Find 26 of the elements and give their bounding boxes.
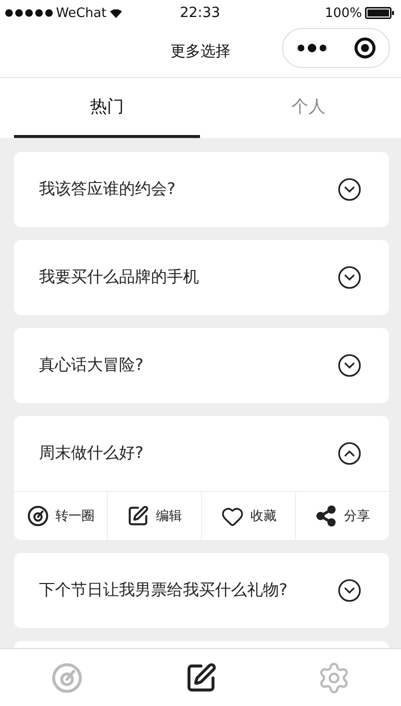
share-icon: [315, 505, 337, 527]
edit-icon: [127, 505, 149, 527]
signal-icon: [5, 9, 53, 17]
battery-percent: 100%: [324, 6, 362, 20]
action-button[interactable]: 编辑: [107, 492, 201, 540]
action-button[interactable]: 转一圈: [14, 492, 107, 540]
question-title[interactable]: 下个节日让我男票给我买什么礼物?: [39, 580, 288, 601]
action-button[interactable]: 收藏: [201, 492, 295, 540]
expand-icon[interactable]: [337, 353, 362, 378]
expand-icon[interactable]: [337, 578, 362, 603]
expand-icon[interactable]: [337, 265, 362, 290]
page-title: 更多选择: [170, 42, 230, 61]
battery-icon: [365, 7, 396, 19]
carrier-name: WeChat: [56, 6, 106, 20]
question-title[interactable]: 周末做什么好?: [39, 443, 144, 464]
question-title[interactable]: 真心话大冒险?: [39, 355, 144, 376]
clock-time: 22:33: [180, 5, 220, 21]
collapse-icon[interactable]: [337, 441, 362, 466]
question-title[interactable]: 我要买什么品牌的手机: [39, 267, 199, 288]
more-icon[interactable]: [296, 43, 326, 53]
action-button[interactable]: 分享: [295, 492, 389, 540]
wifi-icon: [109, 8, 124, 18]
question-title[interactable]: 我该答应谁的约会?: [39, 179, 176, 200]
target-icon: [26, 505, 48, 527]
expand-icon[interactable]: [337, 177, 362, 202]
close-icon[interactable]: [354, 37, 376, 59]
